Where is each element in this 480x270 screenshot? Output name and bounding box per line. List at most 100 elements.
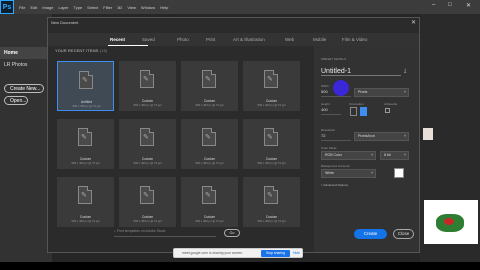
portrait-orientation-icon[interactable] (350, 107, 357, 116)
document-icon: ✎ (78, 128, 92, 146)
create-button[interactable]: Create (354, 229, 387, 239)
chevron-down-icon: ˅ (403, 153, 406, 157)
tab-mobile[interactable]: Mobile (313, 37, 326, 42)
document-icon: ✎ (79, 71, 93, 89)
menu-help[interactable]: Help (160, 5, 168, 10)
landscape-orientation-icon[interactable] (360, 107, 367, 116)
mouse-pointer-highlight (333, 80, 349, 96)
close-window-icon[interactable]: ✕ (466, 2, 471, 9)
tab-film-video[interactable]: Film & Video (342, 37, 367, 42)
recent-item-tile[interactable]: ✎ Custom 500 x 400 px @ 72 ppi (181, 61, 238, 111)
recent-item-tile[interactable]: ✎ Custom 500 x 400 px @ 72 ppi (181, 119, 238, 169)
background-contents-label: Background Contents (321, 164, 350, 168)
menu-layer[interactable]: Layer (58, 5, 68, 10)
recent-item-tile[interactable]: ✎ Custom 500 x 400 px @ 72 ppi (181, 177, 238, 227)
tab-art-illustration[interactable]: Art & Illustration (233, 37, 265, 42)
create-new-button[interactable]: Create New... (4, 84, 44, 93)
screen-share-bar: meet.google.com is sharing your screen. … (173, 248, 303, 258)
document-icon: ✎ (202, 186, 216, 204)
home-right-panel (420, 14, 480, 262)
height-label: Height (321, 102, 330, 106)
orientation-label: Orientation (349, 102, 364, 106)
menu-file[interactable]: File (19, 5, 25, 10)
recent-items-label: YOUR RECENT ITEMS (15) (55, 49, 108, 53)
chevron-down-icon: ˅ (403, 134, 406, 138)
menu-3d[interactable]: 3D (117, 5, 122, 10)
height-input[interactable]: 400 (321, 107, 341, 115)
go-button[interactable]: Go (224, 229, 240, 237)
tab-print[interactable]: Print (206, 37, 215, 42)
resolution-input[interactable]: 72 (321, 133, 351, 141)
document-icon: ✎ (140, 128, 154, 146)
recent-item-tile[interactable]: ✎ Custom 500 x 400 px @ 72 ppi (119, 119, 176, 169)
photoshop-logo-icon: Ps (0, 0, 14, 14)
recent-item-tile[interactable]: ✎ Custom 500 x 400 px @ 72 ppi (243, 177, 300, 227)
chevron-down-icon: ˅ (403, 90, 406, 94)
menu-window[interactable]: Window (141, 5, 155, 10)
menu-view[interactable]: View (127, 5, 136, 10)
advanced-options-toggle[interactable]: > Advanced Options (321, 183, 348, 187)
menu-image[interactable]: Image (42, 5, 53, 10)
background-contents-select[interactable]: White ˅ (321, 169, 376, 178)
active-tab-indicator (108, 45, 148, 46)
color-mode-label: Color Mode (321, 146, 337, 150)
menu-edit[interactable]: Edit (30, 5, 37, 10)
document-icon: ✎ (202, 128, 216, 146)
dialog-close-icon[interactable]: ✕ (411, 19, 416, 26)
chevron-down-icon: ˅ (370, 171, 373, 175)
width-label: Width (321, 84, 329, 88)
bit-depth-select[interactable]: 8 bit ˅ (380, 151, 409, 160)
preset-details-label: PRESET DETAILS (321, 57, 347, 61)
close-button[interactable]: Close (393, 229, 414, 239)
stock-search-input[interactable]: ⌕ Find templates on Adobe Stock (114, 229, 216, 237)
document-icon: ✎ (264, 128, 278, 146)
preset-tabs: Recent Saved Photo Print Art & Illustrat… (48, 33, 419, 46)
recent-item-tile[interactable]: ✎ Custom 500 x 400 px @ 72 ppi (119, 61, 176, 111)
nav-lr-photos[interactable]: LR Photos (0, 59, 52, 71)
tab-saved[interactable]: Saved (142, 37, 155, 42)
maximize-icon[interactable]: □ (448, 2, 452, 8)
recent-item-tile[interactable]: ✎ Custom 500 x 400 px @ 72 ppi (243, 61, 300, 111)
tab-recent[interactable]: Recent (110, 37, 125, 42)
recent-item-tile[interactable]: ✎ Custom 500 x 400 px @ 72 ppi (243, 119, 300, 169)
home-left-panel: Home LR Photos Create New... Open... (0, 14, 52, 262)
save-preset-icon[interactable]: ⤓ (404, 68, 406, 74)
menu-select[interactable]: Select (87, 5, 98, 10)
color-mode-select[interactable]: RGB Color ˅ (321, 151, 376, 160)
tab-photo[interactable]: Photo (177, 37, 189, 42)
preset-details-panel: PRESET DETAILS Untitled-1 ⤓ Width 500 Pi… (314, 46, 419, 252)
document-icon: ✎ (140, 186, 154, 204)
document-icon: ✎ (78, 186, 92, 204)
resolution-unit-select[interactable]: Pixels/Inch ˅ (354, 132, 409, 141)
new-document-dialog: New Document ✕ Recent Saved Photo Print … (47, 17, 420, 253)
screen-share-text: meet.google.com is sharing your screen. (182, 251, 244, 255)
document-icon: ✎ (264, 186, 278, 204)
resolution-label: Resolution (321, 128, 336, 132)
document-icon: ✎ (264, 70, 278, 88)
chevron-down-icon: ˅ (370, 153, 373, 157)
open-button[interactable]: Open... (4, 96, 28, 105)
document-icon: ✎ (202, 70, 216, 88)
search-icon: ⌕ (114, 229, 116, 233)
recent-item-tile[interactable]: ✎ Untitled 500 x 400 px @ 72 ppi (57, 61, 114, 111)
nav-home[interactable]: Home (0, 47, 52, 59)
minimize-icon[interactable]: – (432, 2, 435, 8)
menu-type[interactable]: Type (74, 5, 83, 10)
stop-sharing-button[interactable]: Stop sharing (261, 250, 290, 257)
width-unit-select[interactable]: Pixels ˅ (354, 88, 409, 97)
recent-item-tile[interactable]: ✎ Custom 500 x 400 px @ 72 ppi (119, 177, 176, 227)
menu-bar: Ps File Edit Image Layer Type Select Fil… (0, 0, 480, 14)
recent-item-tile[interactable]: ✎ Custom 500 x 400 px @ 72 ppi (57, 119, 114, 169)
hide-share-bar-link[interactable]: Hide (293, 251, 300, 255)
document-name-input[interactable]: Untitled-1 (321, 68, 401, 76)
artboards-checkbox[interactable] (385, 108, 390, 113)
tab-web[interactable]: Web (285, 37, 294, 42)
artboards-label: Artboards (384, 102, 398, 106)
recent-thumbnail-1[interactable] (423, 128, 433, 140)
recent-thumbnail-2[interactable] (424, 200, 478, 244)
document-icon: ✎ (140, 70, 154, 88)
dialog-title: New Document (51, 20, 79, 25)
menu-filter[interactable]: Filter (103, 5, 112, 10)
recent-item-tile[interactable]: ✎ Custom 500 x 400 px @ 72 ppi (57, 177, 114, 227)
background-color-swatch[interactable] (394, 168, 404, 178)
